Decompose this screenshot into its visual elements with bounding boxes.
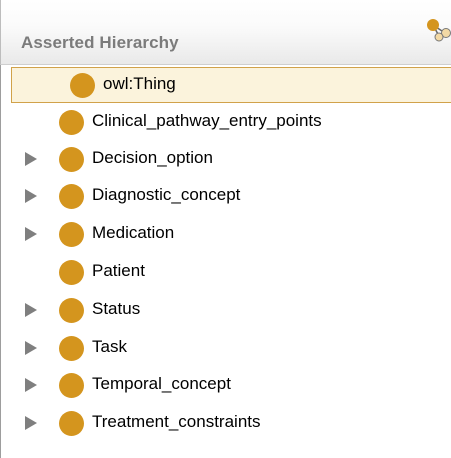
tree-node-label: Treatment_constraints (92, 412, 261, 431)
expand-arrow-icon[interactable] (25, 227, 37, 241)
class-circle-icon (59, 373, 84, 398)
expand-arrow-icon[interactable] (25, 341, 37, 355)
expand-arrow-icon[interactable] (25, 416, 37, 430)
tree-node-decision-option[interactable]: Decision_option (1, 142, 451, 176)
tree-node-label: Diagnostic_concept (92, 185, 241, 204)
class-tree: owl:Thing Clinical_pathway_entry_points … (0, 65, 451, 458)
tree-node-label: owl:Thing (103, 74, 176, 93)
panel-header: Asserted Hierarchy (0, 0, 451, 65)
class-circle-icon (59, 411, 84, 436)
tree-node-label: Task (92, 337, 127, 356)
expand-arrow-icon[interactable] (25, 189, 37, 203)
tree-node-medication[interactable]: Medication (1, 217, 451, 251)
tree-node-patient[interactable]: Patient (1, 255, 451, 289)
class-circle-icon (59, 184, 84, 209)
tree-node-treatment-constraints[interactable]: Treatment_constraints (1, 406, 451, 440)
tree-node-label: Decision_option (92, 148, 213, 167)
asserted-hierarchy-panel: Asserted Hierarchy owl:Thing Clinical_pa… (0, 0, 451, 458)
class-circle-icon (59, 260, 84, 285)
add-subclass-icon[interactable] (425, 16, 451, 42)
tree-node-owl-thing[interactable]: owl:Thing (11, 67, 451, 103)
class-circle-icon (59, 336, 84, 361)
tree-node-status[interactable]: Status (1, 293, 451, 327)
tree-node-label: Medication (92, 223, 175, 242)
tree-node-label: Temporal_concept (92, 374, 231, 393)
tree-node-label: Patient (92, 261, 145, 280)
tree-node-clinical-pathway-entry-points[interactable]: Clinical_pathway_entry_points (1, 105, 451, 139)
class-circle-icon (59, 147, 84, 172)
expand-arrow-icon[interactable] (25, 378, 37, 392)
tree-node-diagnostic-concept[interactable]: Diagnostic_concept (1, 179, 451, 213)
expand-arrow-icon[interactable] (25, 303, 37, 317)
class-circle-icon (59, 222, 84, 247)
expand-arrow-icon[interactable] (25, 152, 37, 166)
class-circle-icon (59, 110, 84, 135)
tree-node-task[interactable]: Task (1, 331, 451, 365)
tree-node-label: Clinical_pathway_entry_points (92, 111, 322, 130)
panel-title: Asserted Hierarchy (21, 33, 179, 52)
tree-node-label: Status (92, 299, 141, 318)
class-circle-icon (59, 298, 84, 323)
tree-node-temporal-concept[interactable]: Temporal_concept (1, 368, 451, 402)
class-circle-icon (70, 73, 95, 98)
